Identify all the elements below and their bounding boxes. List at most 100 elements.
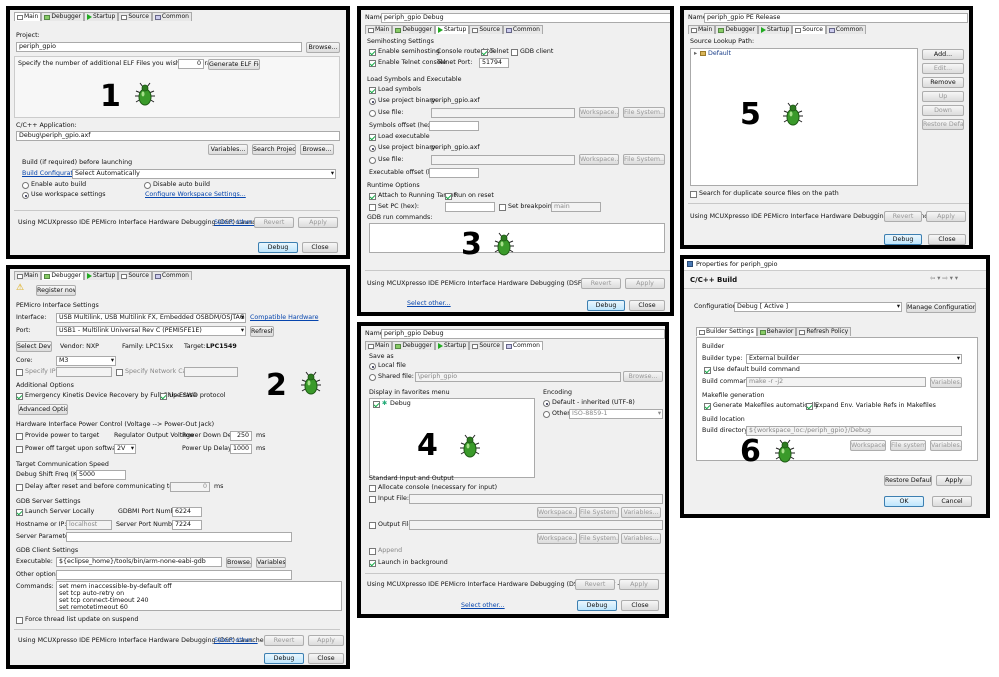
enable-auto-radio[interactable] (22, 182, 29, 189)
tab-refresh-policy[interactable]: Refresh Policy (796, 327, 852, 336)
tab-startup[interactable]: Startup (758, 25, 793, 34)
revert-button[interactable]: Revert (575, 579, 615, 590)
manage-configs-button[interactable]: Manage Configurations... (906, 302, 976, 313)
variables-button[interactable]: Variables... (621, 533, 661, 544)
other-options-input[interactable] (56, 570, 292, 580)
tab-startup[interactable]: Startup (435, 25, 470, 34)
gdb-client-checkbox[interactable] (511, 49, 518, 56)
tab-debugger[interactable]: Debugger (41, 271, 85, 280)
tab-debugger[interactable]: Debugger (41, 12, 85, 21)
tab-startup[interactable]: Startup (84, 12, 119, 21)
build-cmd-input[interactable]: make -r -j2 (746, 377, 926, 387)
select-other-link[interactable]: Select other... (214, 637, 258, 645)
close-button[interactable]: Close (928, 234, 966, 245)
select-other-link[interactable]: Select other... (461, 602, 505, 610)
sym-offset-input[interactable] (429, 121, 479, 131)
apply-button[interactable]: Apply (308, 635, 344, 646)
attach-checkbox[interactable] (369, 193, 376, 200)
swd-checkbox[interactable] (160, 393, 167, 400)
tab-source[interactable]: Source (118, 12, 152, 21)
commands-textarea[interactable]: set mem inaccessible-by-default off set … (56, 581, 342, 611)
output-file-checkbox[interactable] (369, 522, 376, 529)
variables-button[interactable]: Variables... (930, 377, 962, 388)
shared-file-input[interactable]: \periph_gpio (415, 372, 621, 382)
variables-button[interactable]: Variables... (621, 507, 661, 518)
debug-button[interactable]: Debug (577, 600, 617, 611)
tab-main[interactable]: Main (688, 25, 716, 34)
revert-button[interactable]: Revert (884, 211, 922, 222)
delay-reset-checkbox[interactable] (16, 484, 23, 491)
configure-workspace-link[interactable]: Configure Workspace Settings... (145, 191, 246, 199)
nav-arrows-icon[interactable]: ⇦ ▾ ⇨ ▾ ▾ (930, 275, 958, 283)
generate-elf-button[interactable]: Generate ELF Fields (208, 59, 260, 70)
sym-file-input[interactable] (431, 108, 575, 118)
tab-debugger[interactable]: Debugger (715, 25, 759, 34)
apply-button[interactable]: Apply (619, 579, 659, 590)
tab-common[interactable]: Common (502, 25, 543, 34)
browse-button[interactable]: Browse... (226, 557, 252, 568)
fav-debug-checkbox[interactable] (373, 401, 380, 408)
variables-button[interactable]: Variables... (930, 440, 962, 451)
set-bp-checkbox[interactable] (499, 204, 506, 211)
elf-count-input[interactable]: 0 (178, 59, 204, 69)
tab-builder-settings[interactable]: Builder Settings (696, 327, 757, 336)
apply-button[interactable]: Apply (625, 278, 665, 289)
tab-debugger[interactable]: Debugger (392, 341, 436, 350)
filesystem-button[interactable]: File System... (623, 154, 665, 165)
output-file-input[interactable] (409, 520, 663, 530)
debug-button[interactable]: Debug (587, 300, 625, 311)
close-button[interactable]: Close (308, 653, 344, 664)
bp-input[interactable]: main (551, 202, 601, 212)
power-up-input[interactable]: 1000 (230, 444, 252, 454)
encoding-other-select[interactable]: ISO-8859-1 (569, 409, 663, 419)
select-other-link[interactable]: Select other... (407, 300, 451, 308)
select-other-link[interactable]: Select other... (214, 219, 258, 227)
workspace-button[interactable]: Workspace... (579, 107, 619, 118)
apply-button[interactable]: Apply (926, 211, 966, 222)
down-button[interactable]: Down (922, 105, 964, 116)
name-input[interactable]: periph_gpio PE Release (704, 13, 968, 23)
debug-button[interactable]: Debug (884, 234, 922, 245)
variables-button[interactable]: Variables... (256, 557, 286, 568)
cancel-button[interactable]: Cancel (932, 496, 972, 507)
tab-startup[interactable]: Startup (84, 271, 119, 280)
app-input[interactable]: Debug\periph_gpio.axf (16, 131, 340, 141)
close-button[interactable]: Close (302, 242, 338, 253)
host-input[interactable]: localhost (66, 520, 112, 530)
set-pc-checkbox[interactable] (369, 204, 376, 211)
exec-file-input[interactable] (431, 155, 575, 165)
ok-button[interactable]: OK (884, 496, 924, 507)
run-reset-checkbox[interactable] (445, 193, 452, 200)
core-select[interactable]: M3 (56, 356, 116, 366)
tab-common[interactable]: Common (151, 12, 192, 21)
exec-use-file-radio[interactable] (369, 157, 376, 164)
compatible-hardware-link[interactable]: Compatible Hardware (250, 314, 318, 322)
sym-project-binary-radio[interactable] (369, 98, 376, 105)
expand-env-checkbox[interactable] (806, 403, 813, 410)
provide-power-checkbox[interactable] (16, 433, 23, 440)
select-device-button[interactable]: Select Device (16, 341, 52, 352)
encoding-default-radio[interactable] (543, 400, 550, 407)
local-file-radio[interactable] (369, 363, 376, 370)
emergency-checkbox[interactable] (16, 393, 23, 400)
input-file-input[interactable] (409, 494, 663, 504)
port-select[interactable]: USB1 - Multilink Universal Rev C (PEMI5F… (56, 326, 246, 336)
telnet-port-input[interactable]: 51794 (479, 58, 509, 68)
project-browse-button[interactable]: Browse... (306, 42, 340, 53)
revert-button[interactable]: Revert (264, 635, 304, 646)
tab-debugger[interactable]: Debugger (392, 25, 436, 34)
edit-button[interactable]: Edit... (922, 63, 964, 74)
builder-type-select[interactable]: External builder (746, 354, 962, 364)
exec-offset-input[interactable] (429, 168, 479, 178)
up-button[interactable]: Up (922, 91, 964, 102)
restore-default-button[interactable]: Restore Default (922, 119, 964, 130)
server-port-input[interactable]: 7224 (172, 520, 202, 530)
set-pc-input[interactable] (445, 202, 495, 212)
close-button[interactable]: Close (629, 300, 665, 311)
workspace-button[interactable]: Workspace... (579, 154, 619, 165)
app-browse-button[interactable]: Browse... (300, 144, 334, 155)
browse-button[interactable]: Browse... (623, 371, 663, 382)
advanced-options-button[interactable]: Advanced Options (18, 404, 68, 415)
encoding-other-radio[interactable] (543, 411, 550, 418)
debug-button[interactable]: Debug (264, 653, 304, 664)
